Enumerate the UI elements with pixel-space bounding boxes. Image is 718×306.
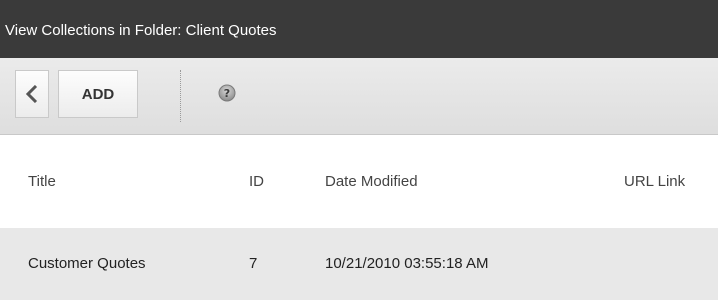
column-header-id[interactable]: ID [249, 173, 264, 190]
help-icon: ? [218, 84, 236, 102]
table-header: Title ID Date Modified URL Link [0, 135, 718, 228]
cell-title[interactable]: Customer Quotes [28, 255, 146, 272]
window-title: View Collections in Folder: Client Quote… [5, 22, 277, 39]
cell-id: 7 [249, 255, 258, 272]
help-button[interactable]: ? [218, 84, 236, 102]
column-header-url-link[interactable]: URL Link [624, 173, 685, 190]
chevron-left-icon [26, 85, 38, 103]
cell-date-modified: 10/21/2010 03:55:18 AM [325, 255, 489, 272]
column-header-date-modified[interactable]: Date Modified [325, 173, 418, 190]
svg-text:?: ? [224, 87, 230, 100]
table-row[interactable]: Customer Quotes 7 10/21/2010 03:55:18 AM [0, 228, 718, 300]
add-button[interactable]: ADD [58, 70, 138, 118]
toolbar-divider [180, 70, 181, 122]
column-header-title[interactable]: Title [28, 173, 56, 190]
title-bar: View Collections in Folder: Client Quote… [0, 0, 718, 58]
back-button[interactable] [15, 70, 49, 118]
collections-table: Title ID Date Modified URL Link Customer… [0, 135, 718, 300]
toolbar: ADD ? [0, 58, 718, 135]
